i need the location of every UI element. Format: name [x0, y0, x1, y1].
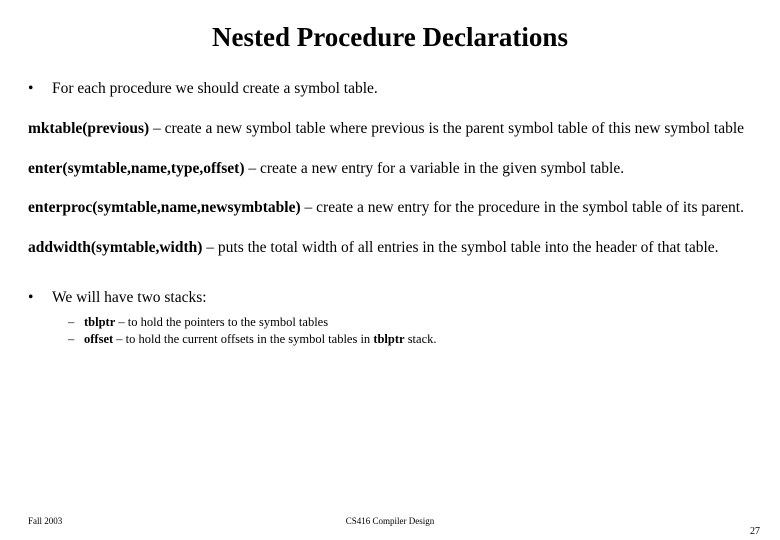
footer-center: CS416 Compiler Design — [0, 516, 780, 526]
definition-enter: enter(symtable,name,type,offset) – creat… — [28, 159, 752, 179]
bullet-item: • For each procedure we should create a … — [28, 79, 752, 99]
slide-footer: Fall 2003 CS416 Compiler Design 27 — [0, 516, 780, 526]
footer-page-number: 27 — [750, 526, 760, 537]
definition-mktable: mktable(previous) – create a new symbol … — [28, 119, 752, 139]
slide: Nested Procedure Declarations • For each… — [0, 0, 780, 540]
footer-left: Fall 2003 — [28, 516, 62, 526]
sub-rest: stack. — [405, 332, 437, 346]
term: enterproc(symtable,name,newsymbtable) — [28, 199, 301, 216]
bullet-icon: • — [28, 288, 52, 308]
bullet-icon: • — [28, 79, 52, 99]
sub-bullet-text: tblptr – to hold the pointers to the sym… — [84, 314, 328, 332]
bullet-text: We will have two stacks: — [52, 288, 752, 308]
sub-rest: – to hold the pointers to the symbol tab… — [115, 315, 328, 329]
definition-text: – create a new entry for the procedure i… — [301, 199, 744, 216]
slide-title: Nested Procedure Declarations — [28, 22, 752, 53]
bullet-text: For each procedure we should create a sy… — [52, 79, 752, 99]
sub-inline-bold: tblptr — [373, 332, 404, 346]
sub-bullet-item: – offset – to hold the current offsets i… — [68, 331, 752, 349]
dash-icon: – — [68, 314, 84, 332]
sub-bullet-list: – tblptr – to hold the pointers to the s… — [68, 314, 752, 349]
bullet-item: • We will have two stacks: — [28, 288, 752, 308]
definition-text: – puts the total width of all entries in… — [202, 239, 718, 256]
term: addwidth(symtable,width) — [28, 239, 202, 256]
sub-bullet-text: offset – to hold the current offsets in … — [84, 331, 437, 349]
sub-term: tblptr — [84, 315, 115, 329]
term: mktable(previous) — [28, 120, 149, 137]
sub-term: offset — [84, 332, 113, 346]
sub-rest: – to hold the current offsets in the sym… — [113, 332, 373, 346]
sub-bullet-item: – tblptr – to hold the pointers to the s… — [68, 314, 752, 332]
term: enter(symtable,name,type,offset) — [28, 160, 245, 177]
definition-addwidth: addwidth(symtable,width) – puts the tota… — [28, 238, 752, 258]
slide-content: • For each procedure we should create a … — [28, 79, 752, 349]
definition-text: – create a new entry for a variable in t… — [245, 160, 625, 177]
definition-enterproc: enterproc(symtable,name,newsymbtable) – … — [28, 198, 752, 218]
definition-text: – create a new symbol table where previo… — [149, 120, 744, 137]
dash-icon: – — [68, 331, 84, 349]
